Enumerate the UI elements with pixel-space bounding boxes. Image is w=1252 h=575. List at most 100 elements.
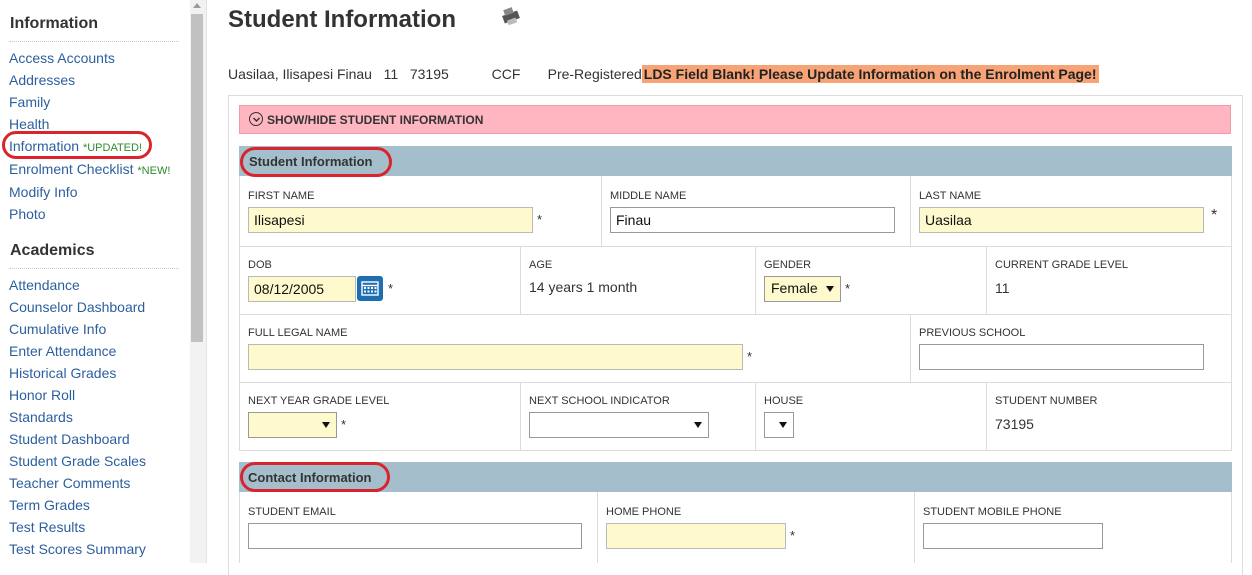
gender-selected-value: Female [771,280,818,296]
sidebar-item-label: Addresses [9,72,76,88]
sidebar-item-enrolment-checklist[interactable]: Enrolment Checklist *NEW! [9,161,170,177]
grid-divider [597,492,598,563]
first-name-input[interactable] [248,207,533,233]
scroll-up-arrow-icon[interactable] [193,3,201,8]
student-number-value: 73195 [995,416,1034,432]
sidebar-item-label: Student Grade Scales [9,453,146,469]
sidebar-item-label: Historical Grades [9,365,117,381]
sidebar-separator [9,268,179,269]
sidebar-item-teacher-comments[interactable]: Teacher Comments [9,475,130,491]
sidebar-item-label: Term Grades [9,497,90,513]
sidebar-divider [206,0,207,563]
required-marker: * [790,528,796,543]
chevron-down-icon [826,286,834,292]
grid-divider [239,246,1232,247]
lds-warning-banner: LDS Field Blank! Please Update Informati… [641,65,1099,83]
home-phone-input[interactable] [606,523,786,549]
required-marker: * [388,281,394,296]
sidebar-item-label: Attendance [9,277,80,293]
school-code: CCF [491,66,521,82]
sidebar-item-addresses[interactable]: Addresses [9,72,75,88]
current-grade-level-label: CURRENT GRADE LEVEL [995,259,1129,271]
full-legal-name-input[interactable] [248,344,743,370]
sidebar-item-label: Teacher Comments [9,475,131,491]
student-number-label: STUDENT NUMBER [995,395,1098,407]
print-icon[interactable] [500,6,522,26]
show-hide-label[interactable]: SHOW/HIDE STUDENT INFORMATION [267,113,483,127]
enrolment-status: Pre-Registered [547,66,642,82]
grid-divider [910,314,911,382]
grid-divider [986,246,987,314]
last-name-input[interactable] [919,207,1204,233]
grid-divider [910,176,911,246]
dob-input[interactable] [248,276,356,302]
sidebar-item-modify-info[interactable]: Modify Info [9,184,77,200]
sidebar-item-label: Family [9,94,51,110]
sidebar-item-enter-attendance[interactable]: Enter Attendance [9,343,116,359]
sidebar-item-family[interactable]: Family [9,94,50,110]
grid-divider [986,382,987,450]
grid-divider [239,450,1232,451]
grid-divider [1231,176,1232,450]
full-legal-name-label: FULL LEGAL NAME [248,327,348,339]
student-mobile-phone-input[interactable] [923,523,1103,549]
sidebar-item-label: Counselor Dashboard [9,299,146,315]
student-email-input[interactable] [248,523,582,549]
middle-name-label: MIDDLE NAME [610,190,687,202]
next-year-grade-level-label: NEXT YEAR GRADE LEVEL [248,395,390,407]
age-value: 14 years 1 month [529,279,638,295]
student-summary-line: Uasilaa, Ilisapesi Finau 11 73195 CCF Pr… [228,65,1099,83]
chevron-down-icon [694,422,702,428]
sidebar-item-access-accounts[interactable]: Access Accounts [9,50,115,66]
sidebar-item-test-results[interactable]: Test Results [9,519,85,535]
previous-school-label: PREVIOUS SCHOOL [919,327,1026,339]
previous-school-input[interactable] [919,344,1204,370]
next-year-grade-level-select[interactable] [248,412,337,438]
sidebar-item-health[interactable]: Health [9,116,49,132]
grid-divider [239,314,1232,315]
age-label: AGE [529,259,553,271]
sidebar-item-label: Photo [9,206,46,222]
sidebar-item-term-grades[interactable]: Term Grades [9,497,90,513]
next-school-indicator-label: NEXT SCHOOL INDICATOR [529,395,670,407]
sidebar-heading-information: Information [10,15,98,32]
student-name: Uasilaa, Ilisapesi Finau [228,66,372,82]
sidebar-item-attendance[interactable]: Attendance [9,277,80,293]
chevron-circle-down-icon[interactable] [249,112,263,126]
new-badge: *NEW! [137,165,171,177]
sidebar-item-label: Test Scores Summary [9,541,146,557]
sidebar-item-historical-grades[interactable]: Historical Grades [9,365,116,381]
next-school-indicator-select[interactable] [529,412,709,438]
sidebar-item-counselor-dashboard[interactable]: Counselor Dashboard [9,299,145,315]
highlight-circle-information [2,131,152,159]
required-marker: * [537,212,543,227]
sidebar-scrollbar-thumb[interactable] [191,14,203,342]
sidebar-item-photo[interactable]: Photo [9,206,46,222]
sidebar-item-student-grade-scales[interactable]: Student Grade Scales [9,453,146,469]
sidebar-heading-academics: Academics [10,242,95,259]
current-grade-level-value: 11 [995,280,1010,296]
grid-divider [755,382,756,450]
sidebar-item-label: Cumulative Info [9,321,107,337]
highlight-circle-contact-information [240,462,390,492]
grid-divider [239,492,240,563]
student-number-summary: 73195 [409,66,449,82]
last-name-label: LAST NAME [919,190,982,202]
grid-divider [601,176,602,246]
sidebar-item-cumulative-info[interactable]: Cumulative Info [9,321,106,337]
middle-name-input[interactable] [610,207,895,233]
grid-divider [239,176,240,450]
grid-divider [914,492,915,563]
student-email-label: STUDENT EMAIL [248,506,336,518]
sidebar-item-test-scores-summary[interactable]: Test Scores Summary [9,541,146,557]
chevron-down-icon [779,422,787,428]
house-select[interactable] [764,412,794,438]
sidebar-item-student-dashboard[interactable]: Student Dashboard [9,431,130,447]
calendar-icon[interactable] [357,276,383,301]
home-phone-label: HOME PHONE [606,506,682,518]
sidebar-item-standards[interactable]: Standards [9,409,73,425]
sidebar-item-honor-roll[interactable]: Honor Roll [9,387,75,403]
chevron-down-icon [322,422,330,428]
sidebar-separator [9,41,179,42]
gender-select[interactable]: Female [764,276,841,302]
